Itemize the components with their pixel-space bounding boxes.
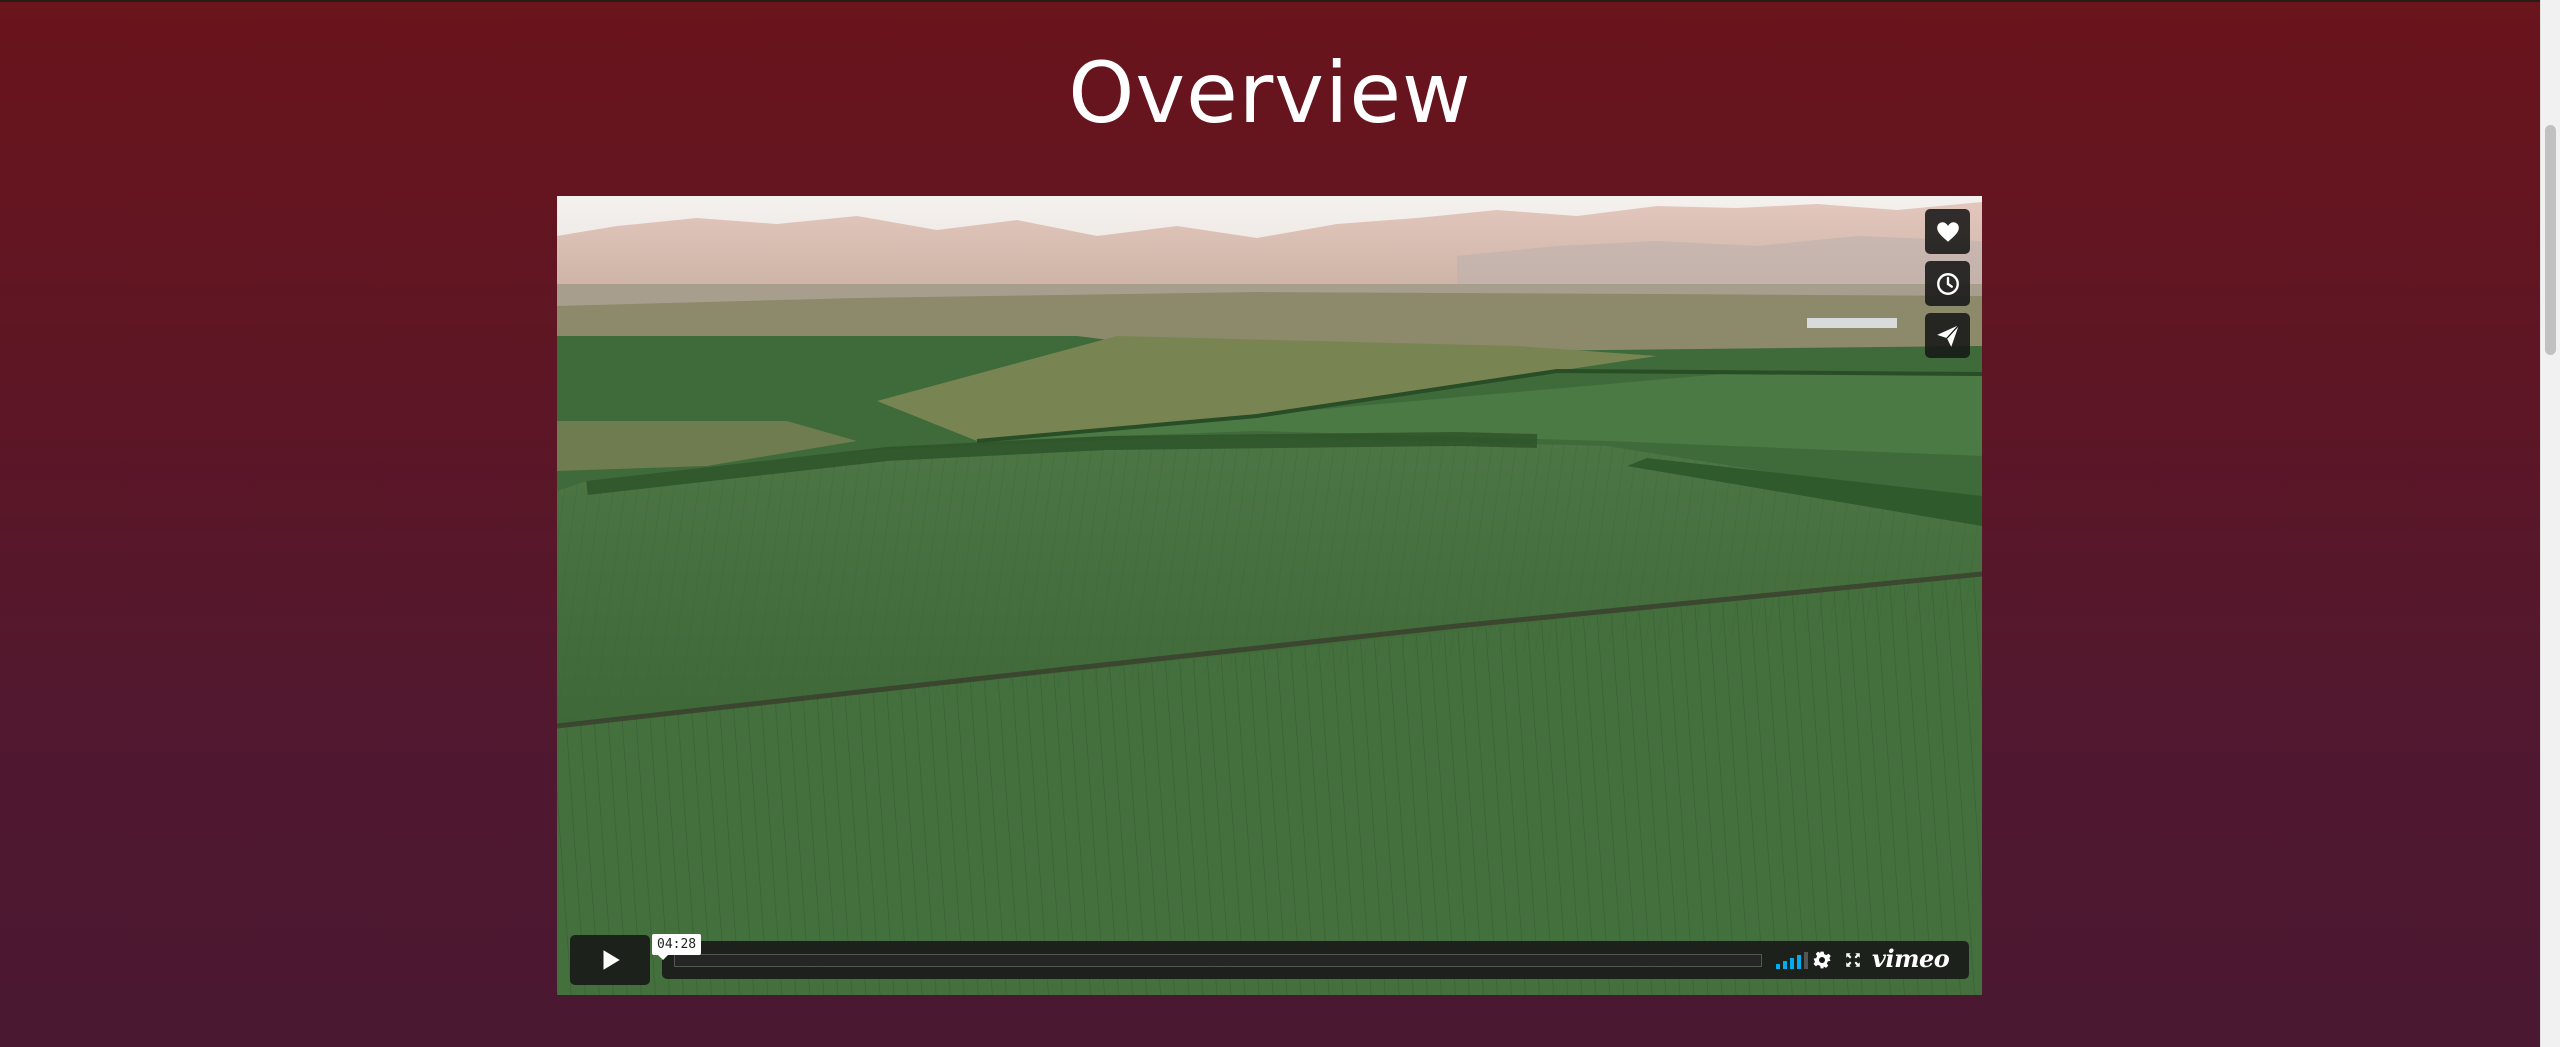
video-still bbox=[557, 196, 1982, 995]
paper-plane-icon bbox=[1936, 324, 1959, 347]
quality-bar bbox=[1776, 964, 1780, 969]
side-actions bbox=[1925, 209, 1970, 358]
play-button[interactable] bbox=[570, 935, 650, 985]
quality-indicator[interactable] bbox=[1776, 951, 1808, 969]
scrollbar-thumb[interactable] bbox=[2545, 125, 2556, 355]
settings-gear-icon[interactable] bbox=[1812, 950, 1832, 970]
clock-icon bbox=[1936, 272, 1959, 295]
watch-later-button[interactable] bbox=[1925, 261, 1970, 306]
like-button[interactable] bbox=[1925, 209, 1970, 254]
section-title: Overview bbox=[1068, 44, 1472, 142]
video-player[interactable]: vimeo bbox=[557, 196, 1982, 995]
quality-bar bbox=[1804, 952, 1808, 969]
quality-bar bbox=[1783, 961, 1787, 969]
player-controls: vimeo bbox=[570, 935, 1969, 985]
fullscreen-icon[interactable] bbox=[1844, 951, 1862, 969]
video-frame[interactable] bbox=[557, 196, 1982, 995]
vimeo-logo[interactable]: vimeo bbox=[1872, 945, 1950, 973]
control-bar: vimeo bbox=[662, 941, 1969, 979]
overview-section: Overview vimeo 04:28 bbox=[0, 0, 2540, 1047]
quality-bar bbox=[1790, 958, 1794, 969]
progress-bar[interactable] bbox=[674, 954, 1762, 967]
quality-bar bbox=[1797, 955, 1801, 969]
duration-tooltip: 04:28 bbox=[652, 934, 702, 960]
share-button[interactable] bbox=[1925, 313, 1970, 358]
heart-icon bbox=[1936, 221, 1959, 242]
play-icon bbox=[603, 950, 620, 970]
page-scrollbar[interactable] bbox=[2540, 0, 2560, 1047]
